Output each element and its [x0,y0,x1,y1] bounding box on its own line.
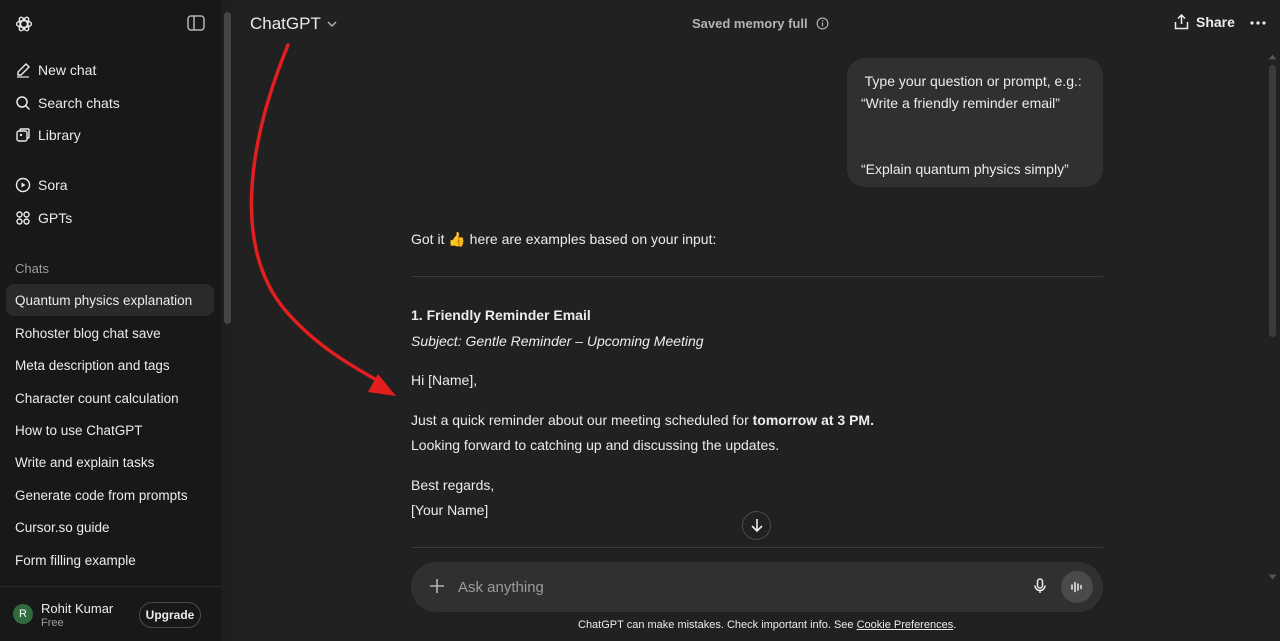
chevron-down-icon [327,21,337,27]
voice-waveform-icon [1071,581,1082,593]
microphone-icon[interactable] [1031,577,1049,595]
chat-item[interactable]: Meta description and tags [6,349,214,381]
email-body-line: Looking forward to catching up and discu… [411,437,780,453]
model-selector[interactable]: ChatGPT [250,14,337,34]
sora-label: Sora [38,177,68,193]
model-name: ChatGPT [250,14,321,33]
gpts-button[interactable]: GPTs [6,202,214,234]
disclaimer-text: ChatGPT can make mistakes. Check importa… [578,619,857,631]
plus-icon[interactable] [428,577,446,595]
scroll-up-arrow-icon[interactable] [1268,54,1277,60]
sora-button[interactable]: Sora [6,169,214,201]
info-icon[interactable] [816,17,829,30]
sidebar-toggle-icon[interactable] [187,15,205,31]
main-scrollbar-thumb[interactable] [1269,65,1276,337]
response-heading: 1. Friendly Reminder Email [411,307,591,323]
gpts-label: GPTs [38,210,73,226]
email-body-emphasis: tomorrow at 3 PM. [752,412,874,428]
disclaimer-end: . [953,619,957,631]
library-button[interactable]: Library [6,119,214,151]
memory-status: Saved memory full [692,16,829,31]
more-options-icon[interactable] [1249,14,1267,32]
annotation-arrow [249,43,396,396]
search-icon [15,95,31,111]
share-button[interactable]: Share [1174,14,1235,30]
prompt-input[interactable] [458,575,1018,599]
chat-item[interactable]: Quantum physics explanation [6,284,214,316]
memory-status-text: Saved memory full [692,16,808,31]
chat-item[interactable]: Form filling example [6,544,214,576]
new-chat-label: New chat [38,62,97,78]
library-icon [15,127,31,143]
chat-item[interactable]: Write and explain tasks [6,446,214,478]
user-message-line: “Explain quantum physics simply” [861,161,1069,177]
new-chat-button[interactable]: New chat [6,54,214,86]
search-chats-label: Search chats [38,95,120,111]
chat-item[interactable]: Cursor.so guide [6,511,214,543]
scroll-down-arrow-icon[interactable] [1268,574,1277,580]
chats-section-title: Chats [15,261,49,276]
cookie-preferences-link[interactable]: Cookie Preferences [857,619,954,631]
user-name: Rohit Kumar [41,601,114,616]
composer [411,562,1103,612]
arrow-down-icon [750,519,763,533]
email-body-text: Just a quick reminder about our meeting … [411,412,753,428]
upgrade-button[interactable]: Upgrade [139,602,201,628]
disclaimer: ChatGPT can make mistakes. Check importa… [578,619,956,631]
email-subject: Subject: Gentle Reminder – Upcoming Meet… [411,333,704,349]
user-message-line: Type your question or prompt, e.g.: [861,73,1082,89]
chat-item[interactable]: How to use ChatGPT [6,414,214,446]
divider [411,276,1103,277]
voice-mode-button[interactable] [1061,571,1093,603]
assistant-intro: Got it 👍 here are examples based on your… [411,231,717,247]
chat-item[interactable]: Rohoster blog chat save [6,317,214,349]
sora-icon [15,177,31,193]
avatar[interactable]: R [13,604,33,624]
email-greeting: Hi [Name], [411,372,478,388]
user-message-line: ​ [861,136,1089,158]
user-message-line: “Write a friendly reminder email” [861,95,1060,111]
user-account-panel[interactable]: R Rohit Kumar Free Upgrade [0,586,221,641]
chat-item[interactable]: Character count calculation [6,382,214,414]
search-chats-button[interactable]: Search chats [6,87,214,119]
share-icon [1174,14,1189,30]
chat-item[interactable]: Generate code from prompts [6,479,214,511]
share-label: Share [1196,14,1235,30]
gpts-grid-icon [15,210,31,226]
email-body-line: Just a quick reminder about our meeting … [411,412,1103,428]
email-signoff: Best regards, [411,477,495,493]
library-label: Library [38,127,81,143]
edit-icon [15,62,31,78]
scroll-to-bottom-button[interactable] [742,511,771,540]
sidebar-scrollbar-thumb[interactable] [224,12,231,324]
openai-logo-icon[interactable] [14,14,34,34]
divider [411,547,1103,548]
user-plan: Free [41,617,64,629]
user-message-bubble: Type your question or prompt, e.g.: “Wri… [847,58,1103,187]
user-message-line: ​ [861,114,1089,136]
